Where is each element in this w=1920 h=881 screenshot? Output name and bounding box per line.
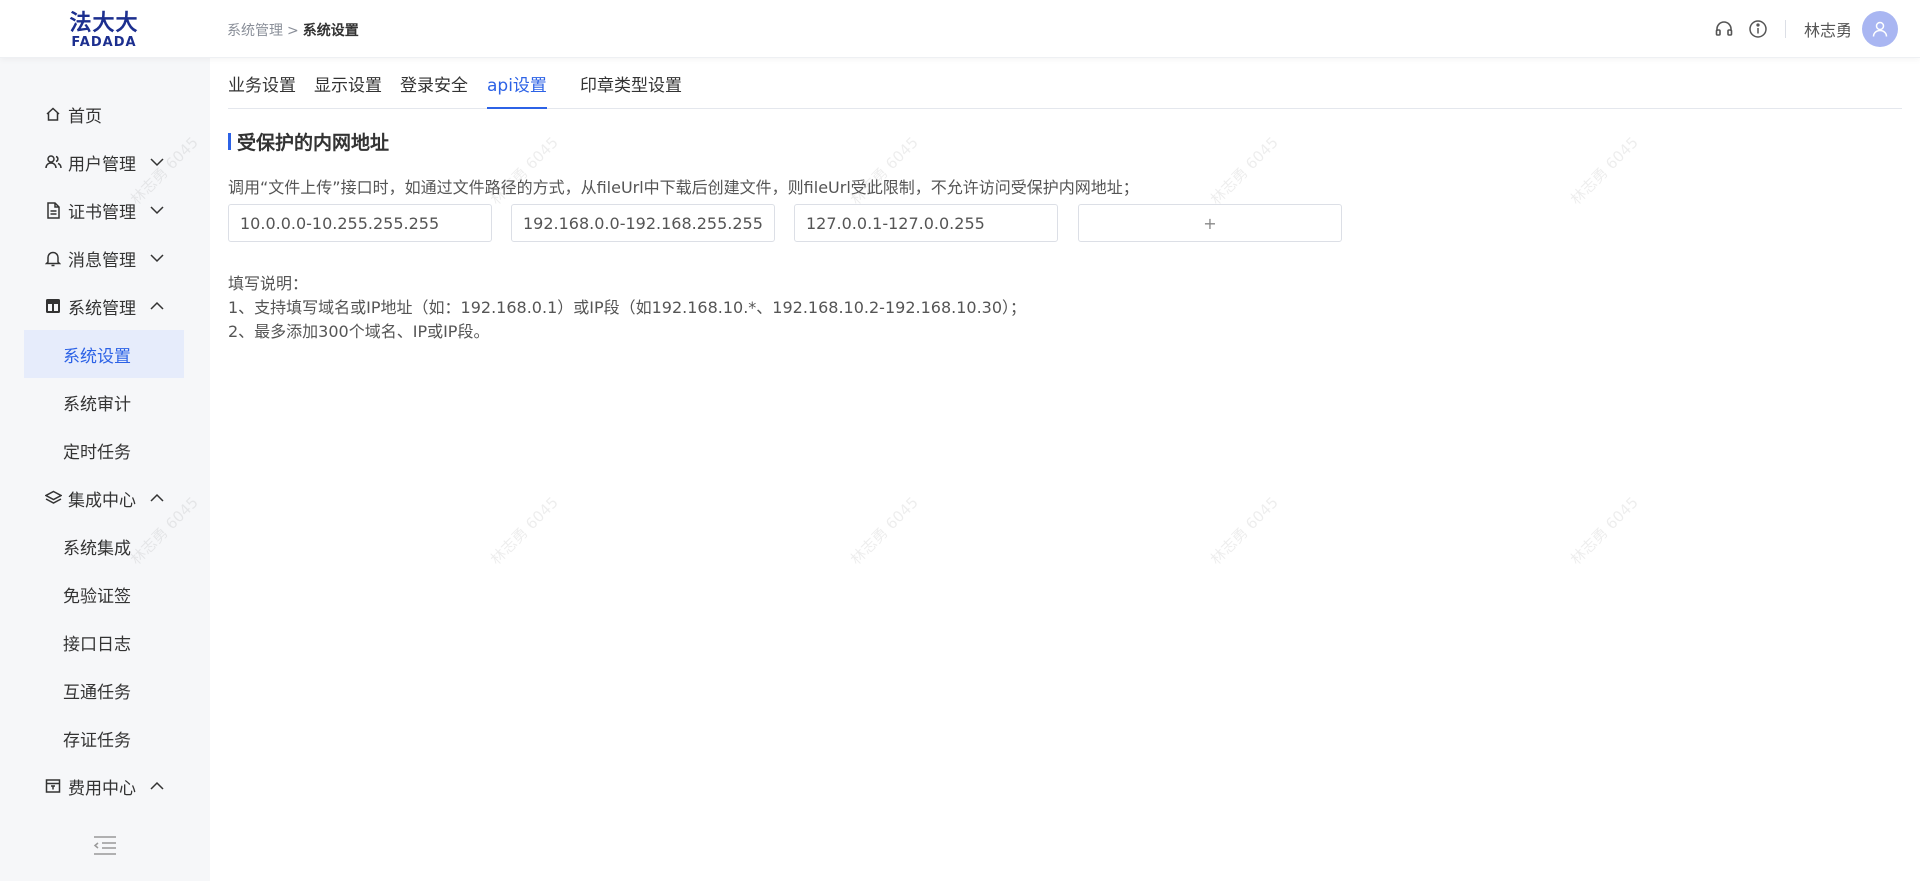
bell-icon <box>44 249 62 267</box>
section-title: 受保护的内网地址 <box>228 130 390 154</box>
sidebar-subitem-verification-free-signing[interactable]: 免验证签 <box>24 570 184 618</box>
chevron-down-icon <box>148 153 166 171</box>
info-icon[interactable] <box>1747 18 1769 40</box>
system-icon <box>44 297 62 315</box>
fill-instructions: 填写说明： 1、支持填写域名或IP地址（如：192.168.0.1）或IP段（如… <box>228 272 1026 344</box>
sidebar-item-label: 首页 <box>68 106 102 127</box>
ip-range-input[interactable]: 192.168.0.0-192.168.255.255 <box>511 204 775 242</box>
sidebar-item-label: 系统管理 <box>68 298 136 319</box>
sidebar-subitem-system-integration[interactable]: 系统集成 <box>24 522 184 570</box>
header-divider <box>1784 20 1786 38</box>
user-avatar-icon <box>1872 21 1888 37</box>
sidebar-item-billing-center[interactable]: 费用中心 <box>24 762 184 810</box>
instructions-title: 填写说明： <box>228 274 309 293</box>
users-icon <box>44 153 62 171</box>
logo-text-cn: 法大大 <box>69 11 139 36</box>
header-actions: 林志勇 <box>1701 11 1898 47</box>
add-ip-range-button[interactable]: + <box>1078 204 1342 242</box>
layers-icon <box>44 489 62 507</box>
document-icon <box>44 201 62 219</box>
sidebar-item-system-management[interactable]: 系统管理 <box>24 282 184 330</box>
instructions-line-2: 2、最多添加300个域名、IP或IP段。 <box>228 322 490 341</box>
wallet-icon <box>44 777 62 795</box>
sidebar-item-label: 集成中心 <box>68 490 136 511</box>
breadcrumb-current: 系统设置 <box>302 23 359 39</box>
sidebar-item-certificate-management[interactable]: 证书管理 <box>24 186 184 234</box>
ip-range-input[interactable]: 127.0.0.1-127.0.0.255 <box>794 204 1058 242</box>
sidebar-item-label: 费用中心 <box>68 778 136 799</box>
username[interactable]: 林志勇 <box>1804 17 1852 41</box>
section-title-accent-bar <box>228 132 231 150</box>
sidebar: 首页 用户管理 证书管理 消息管理 系统管理 系统设置 系统审计 定时任务 集成… <box>0 58 210 881</box>
sidebar-item-home[interactable]: 首页 <box>24 90 184 138</box>
chevron-up-icon <box>148 777 166 795</box>
sidebar-subitem-system-settings[interactable]: 系统设置 <box>24 330 184 378</box>
sidebar-item-label: 消息管理 <box>68 250 136 271</box>
tab-display-settings[interactable]: 显示设置 <box>314 71 382 109</box>
tab-api-settings[interactable]: api设置 <box>487 71 547 109</box>
main-content: 业务设置 显示设置 登录安全 api设置 印章类型设置 受保护的内网地址 调用“… <box>210 58 1920 881</box>
sidebar-item-message-management[interactable]: 消息管理 <box>24 234 184 282</box>
logo-text-en: FADADA <box>71 35 137 50</box>
breadcrumb: 系统管理 > 系统设置 <box>227 20 359 40</box>
section-title-text: 受保护的内网地址 <box>237 131 390 154</box>
sidebar-item-integration-center[interactable]: 集成中心 <box>24 474 184 522</box>
breadcrumb-parent[interactable]: 系统管理 <box>227 23 283 39</box>
chevron-down-icon <box>148 201 166 219</box>
avatar[interactable] <box>1862 11 1898 47</box>
sidebar-item-user-management[interactable]: 用户管理 <box>24 138 184 186</box>
sidebar-subitem-evidence-tasks[interactable]: 存证任务 <box>24 714 184 762</box>
chevron-up-icon <box>148 297 166 315</box>
tab-seal-type-settings[interactable]: 印章类型设置 <box>580 71 682 109</box>
chevron-down-icon <box>148 249 166 267</box>
section-description: 调用“文件上传”接口时，如通过文件路径的方式，从fileUrl中下载后创建文件，… <box>228 178 1139 197</box>
tab-business-settings[interactable]: 业务设置 <box>228 71 296 109</box>
collapse-sidebar-icon[interactable] <box>92 834 118 856</box>
top-header: 法大大 FADADA 系统管理 > 系统设置 林志勇 <box>0 0 1920 58</box>
sidebar-item-label: 证书管理 <box>68 202 136 223</box>
fadada-logo[interactable]: 法大大 FADADA <box>66 12 142 50</box>
tab-login-security[interactable]: 登录安全 <box>400 71 468 109</box>
sidebar-subitem-scheduled-tasks[interactable]: 定时任务 <box>24 426 184 474</box>
ip-range-input[interactable]: 10.0.0.0-10.255.255.255 <box>228 204 492 242</box>
chevron-up-icon <box>148 489 166 507</box>
sidebar-item-label: 用户管理 <box>68 154 136 175</box>
home-icon <box>44 105 62 123</box>
sidebar-subitem-api-logs[interactable]: 接口日志 <box>24 618 184 666</box>
sidebar-subitem-interop-tasks[interactable]: 互通任务 <box>24 666 184 714</box>
sidebar-subitem-system-audit[interactable]: 系统审计 <box>24 378 184 426</box>
breadcrumb-separator: > <box>287 23 299 39</box>
settings-tabs: 业务设置 显示设置 登录安全 api设置 印章类型设置 <box>228 58 1902 109</box>
instructions-line-1: 1、支持填写域名或IP地址（如：192.168.0.1）或IP段（如192.16… <box>228 298 1027 317</box>
headset-icon[interactable] <box>1713 18 1735 40</box>
